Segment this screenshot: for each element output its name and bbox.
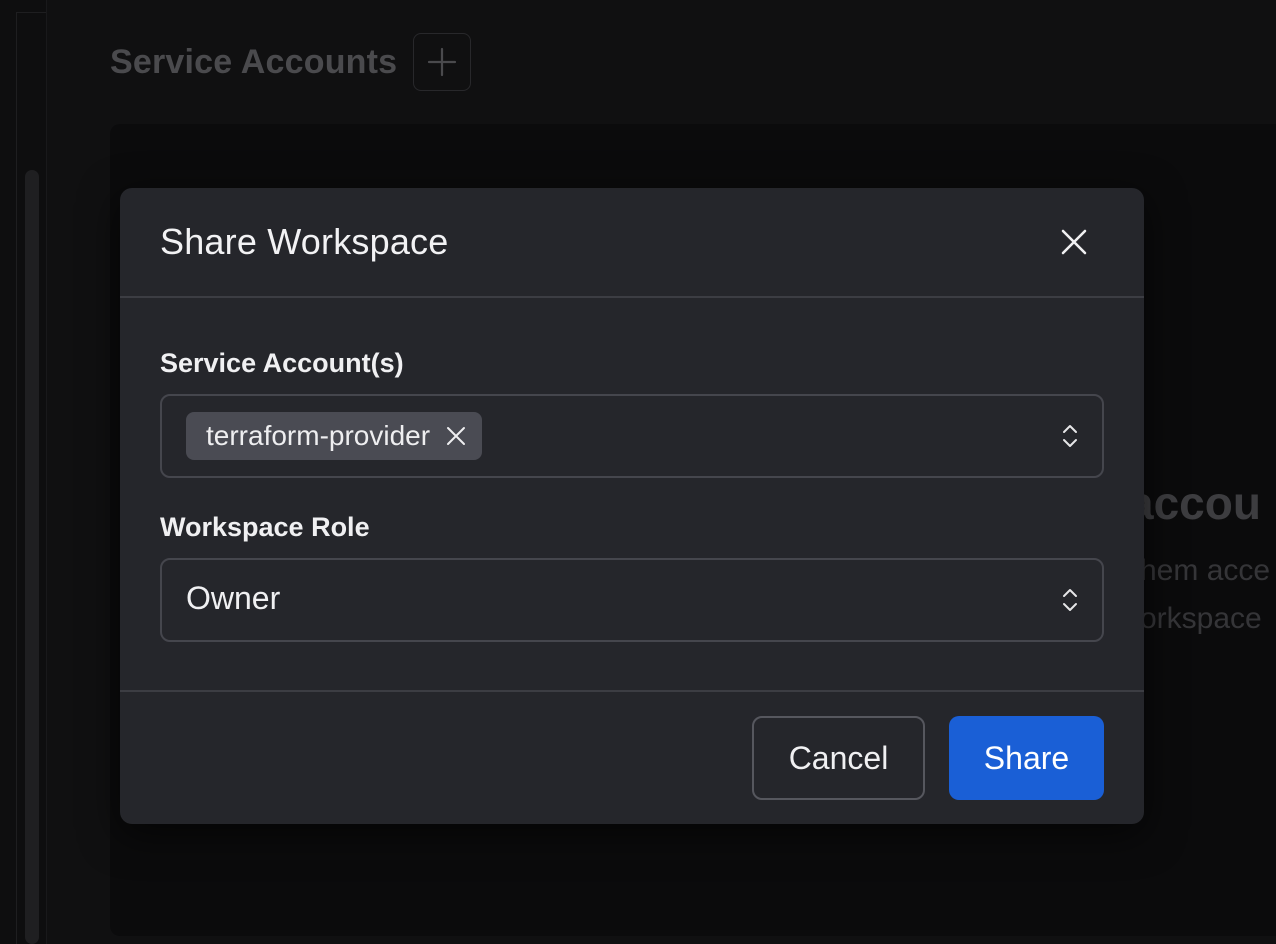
- service-accounts-multiselect[interactable]: terraform-provider: [160, 394, 1104, 478]
- share-button[interactable]: Share: [949, 716, 1104, 800]
- close-icon: [1061, 229, 1087, 255]
- chevron-up-down-icon: [1063, 425, 1077, 447]
- close-button[interactable]: [1050, 218, 1098, 266]
- service-accounts-label: Service Account(s): [160, 348, 404, 378]
- share-workspace-dialog: Share Workspace Service Account(s) terra…: [120, 188, 1144, 824]
- chevron-up-down-icon: [1063, 589, 1077, 611]
- chip-remove-button[interactable]: [444, 424, 468, 448]
- app-page: Service Accounts accou hem acce orkspace…: [0, 0, 1276, 944]
- selected-chip: terraform-provider: [186, 412, 483, 460]
- dialog-title: Share Workspace: [160, 221, 449, 262]
- close-icon: [447, 427, 466, 445]
- dialog-header: Share Workspace: [120, 188, 1144, 298]
- workspace-role-select[interactable]: Owner: [160, 558, 1104, 642]
- workspace-role-label: Workspace Role: [160, 512, 370, 542]
- dialog-footer: Cancel Share: [120, 690, 1144, 824]
- cancel-button[interactable]: Cancel: [752, 716, 925, 800]
- chip-label: terraform-provider: [206, 420, 431, 451]
- workspace-role-value: Owner: [186, 580, 281, 616]
